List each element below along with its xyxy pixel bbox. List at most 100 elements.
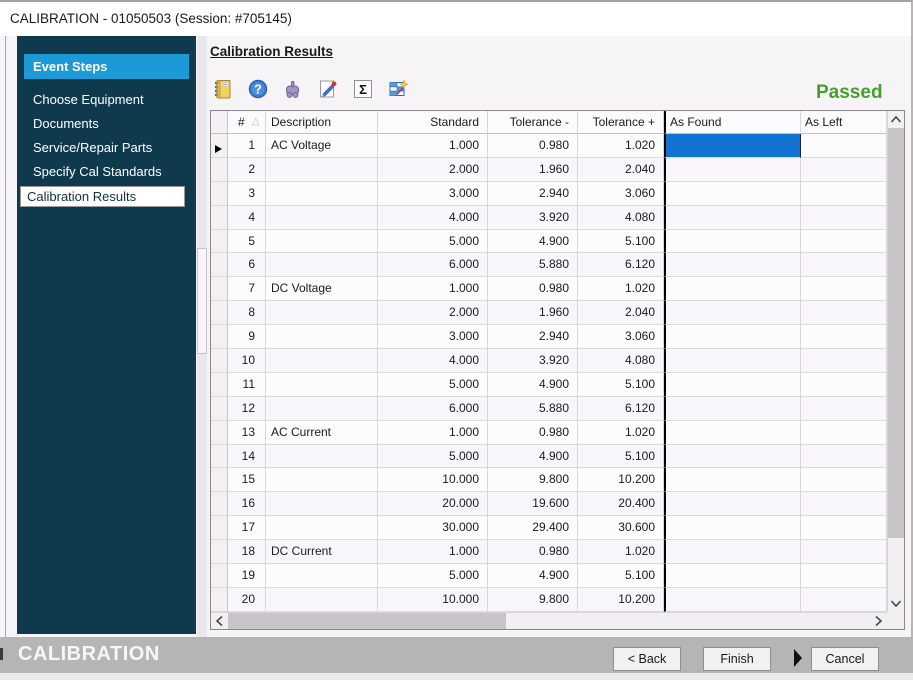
cell-as-left[interactable] xyxy=(801,206,887,230)
cell-tol-plus[interactable]: 4.080 xyxy=(578,206,664,230)
row-selector[interactable] xyxy=(211,158,228,182)
cell-as-left[interactable] xyxy=(801,468,887,492)
cell-num[interactable]: 20 xyxy=(228,588,266,612)
cell-tol-minus[interactable]: 0.980 xyxy=(488,540,578,564)
scroll-up-arrow-icon[interactable] xyxy=(888,111,904,128)
cell-tol-plus[interactable]: 5.100 xyxy=(578,445,664,469)
cell-tol-minus[interactable]: 2.940 xyxy=(488,325,578,349)
cell-standard[interactable]: 5.000 xyxy=(378,230,488,254)
cell-as-left[interactable] xyxy=(801,516,887,540)
cell-standard[interactable]: 1.000 xyxy=(378,277,488,301)
row-selector[interactable] xyxy=(211,588,228,612)
row-selector[interactable] xyxy=(211,253,228,277)
cell-num[interactable]: 16 xyxy=(228,492,266,516)
cell-standard[interactable]: 10.000 xyxy=(378,468,488,492)
cell-tol-plus[interactable]: 2.040 xyxy=(578,158,664,182)
cell-num[interactable]: 10 xyxy=(228,349,266,373)
cell-standard[interactable]: 6.000 xyxy=(378,253,488,277)
cell-tol-plus[interactable]: 4.080 xyxy=(578,349,664,373)
cell-as-found[interactable] xyxy=(664,325,801,349)
row-selector[interactable] xyxy=(211,206,228,230)
cell-tol-plus[interactable]: 5.100 xyxy=(578,373,664,397)
cell-tol-plus[interactable]: 1.020 xyxy=(578,540,664,564)
cell-tol-plus[interactable]: 1.020 xyxy=(578,421,664,445)
cell-tol-minus[interactable]: 3.920 xyxy=(488,349,578,373)
cell-as-left[interactable] xyxy=(801,397,887,421)
row-selector[interactable] xyxy=(211,301,228,325)
row-selector[interactable] xyxy=(211,349,228,373)
cell-tol-plus[interactable]: 2.040 xyxy=(578,301,664,325)
cell-as-left[interactable] xyxy=(801,588,887,612)
cell-num[interactable]: 18 xyxy=(228,540,266,564)
cell-standard[interactable]: 1.000 xyxy=(378,134,488,158)
cell-description[interactable] xyxy=(266,158,378,182)
cell-as-left[interactable] xyxy=(801,158,887,182)
cell-num[interactable]: 2 xyxy=(228,158,266,182)
sidebar-step-specify-cal-standards[interactable]: Specify Cal Standards xyxy=(24,160,186,184)
cell-as-left[interactable] xyxy=(801,564,887,588)
auto-calc-button[interactable] xyxy=(386,76,410,101)
cell-as-left[interactable] xyxy=(801,373,887,397)
cell-as-left[interactable] xyxy=(801,349,887,373)
row-selector[interactable] xyxy=(211,468,228,492)
cell-tol-plus[interactable]: 5.100 xyxy=(578,230,664,254)
cell-tol-minus[interactable]: 0.980 xyxy=(488,421,578,445)
cell-tol-plus[interactable]: 3.060 xyxy=(578,182,664,206)
cell-description[interactable] xyxy=(266,564,378,588)
sidebar-step-calibration-results[interactable]: Calibration Results xyxy=(20,186,185,207)
cell-num[interactable]: 14 xyxy=(228,445,266,469)
cell-description[interactable] xyxy=(266,492,378,516)
panel-scrollbar[interactable] xyxy=(197,36,207,637)
back-button[interactable]: < Back xyxy=(613,647,681,671)
cell-as-found[interactable] xyxy=(664,301,801,325)
cell-tol-minus[interactable]: 3.920 xyxy=(488,206,578,230)
column-header-tolerance-[interactable]: Tolerance - xyxy=(488,111,578,134)
cell-tol-minus[interactable]: 0.980 xyxy=(488,277,578,301)
column-header-as-found[interactable]: As Found xyxy=(664,111,801,134)
cell-as-found[interactable] xyxy=(664,134,801,158)
cell-standard[interactable]: 3.000 xyxy=(378,182,488,206)
row-selector[interactable] xyxy=(211,397,228,421)
row-selector-header[interactable] xyxy=(211,111,228,134)
row-selector[interactable] xyxy=(211,492,228,516)
cell-as-found[interactable] xyxy=(664,230,801,254)
cell-as-left[interactable] xyxy=(801,253,887,277)
cell-num[interactable]: 9 xyxy=(228,325,266,349)
cell-tol-minus[interactable]: 4.900 xyxy=(488,230,578,254)
cell-num[interactable]: 15 xyxy=(228,468,266,492)
cell-tol-plus[interactable]: 1.020 xyxy=(578,277,664,301)
cell-description[interactable] xyxy=(266,182,378,206)
cell-num[interactable]: 7 xyxy=(228,277,266,301)
cell-tol-plus[interactable]: 1.020 xyxy=(578,134,664,158)
row-selector[interactable] xyxy=(211,325,228,349)
cell-tol-plus[interactable]: 10.200 xyxy=(578,468,664,492)
cell-description[interactable] xyxy=(266,468,378,492)
cell-standard[interactable]: 5.000 xyxy=(378,564,488,588)
cell-tol-plus[interactable]: 10.200 xyxy=(578,588,664,612)
cell-num[interactable]: 19 xyxy=(228,564,266,588)
vertical-scroll-thumb[interactable] xyxy=(888,128,904,538)
scroll-down-arrow-icon[interactable] xyxy=(888,595,904,612)
cell-tol-minus[interactable]: 1.960 xyxy=(488,301,578,325)
cell-as-found[interactable] xyxy=(664,492,801,516)
cancel-button[interactable]: Cancel xyxy=(811,647,879,671)
cell-standard[interactable]: 20.000 xyxy=(378,492,488,516)
column-header-standard[interactable]: Standard xyxy=(378,111,488,134)
cell-num[interactable]: 11 xyxy=(228,373,266,397)
cell-as-left[interactable] xyxy=(801,182,887,206)
cell-as-found[interactable] xyxy=(664,253,801,277)
cell-standard[interactable]: 2.000 xyxy=(378,158,488,182)
cell-tol-plus[interactable]: 6.120 xyxy=(578,397,664,421)
row-selector[interactable] xyxy=(211,277,228,301)
cell-as-left[interactable] xyxy=(801,492,887,516)
cell-standard[interactable]: 2.000 xyxy=(378,301,488,325)
cell-description[interactable]: DC Current xyxy=(266,540,378,564)
cell-description[interactable]: AC Voltage xyxy=(266,134,378,158)
cell-standard[interactable]: 5.000 xyxy=(378,445,488,469)
cell-as-found[interactable] xyxy=(664,516,801,540)
cell-tol-plus[interactable]: 20.400 xyxy=(578,492,664,516)
cell-as-left[interactable] xyxy=(801,301,887,325)
help-button[interactable]: ? xyxy=(246,76,270,101)
cell-description[interactable]: DC Voltage xyxy=(266,277,378,301)
row-selector[interactable] xyxy=(211,516,228,540)
